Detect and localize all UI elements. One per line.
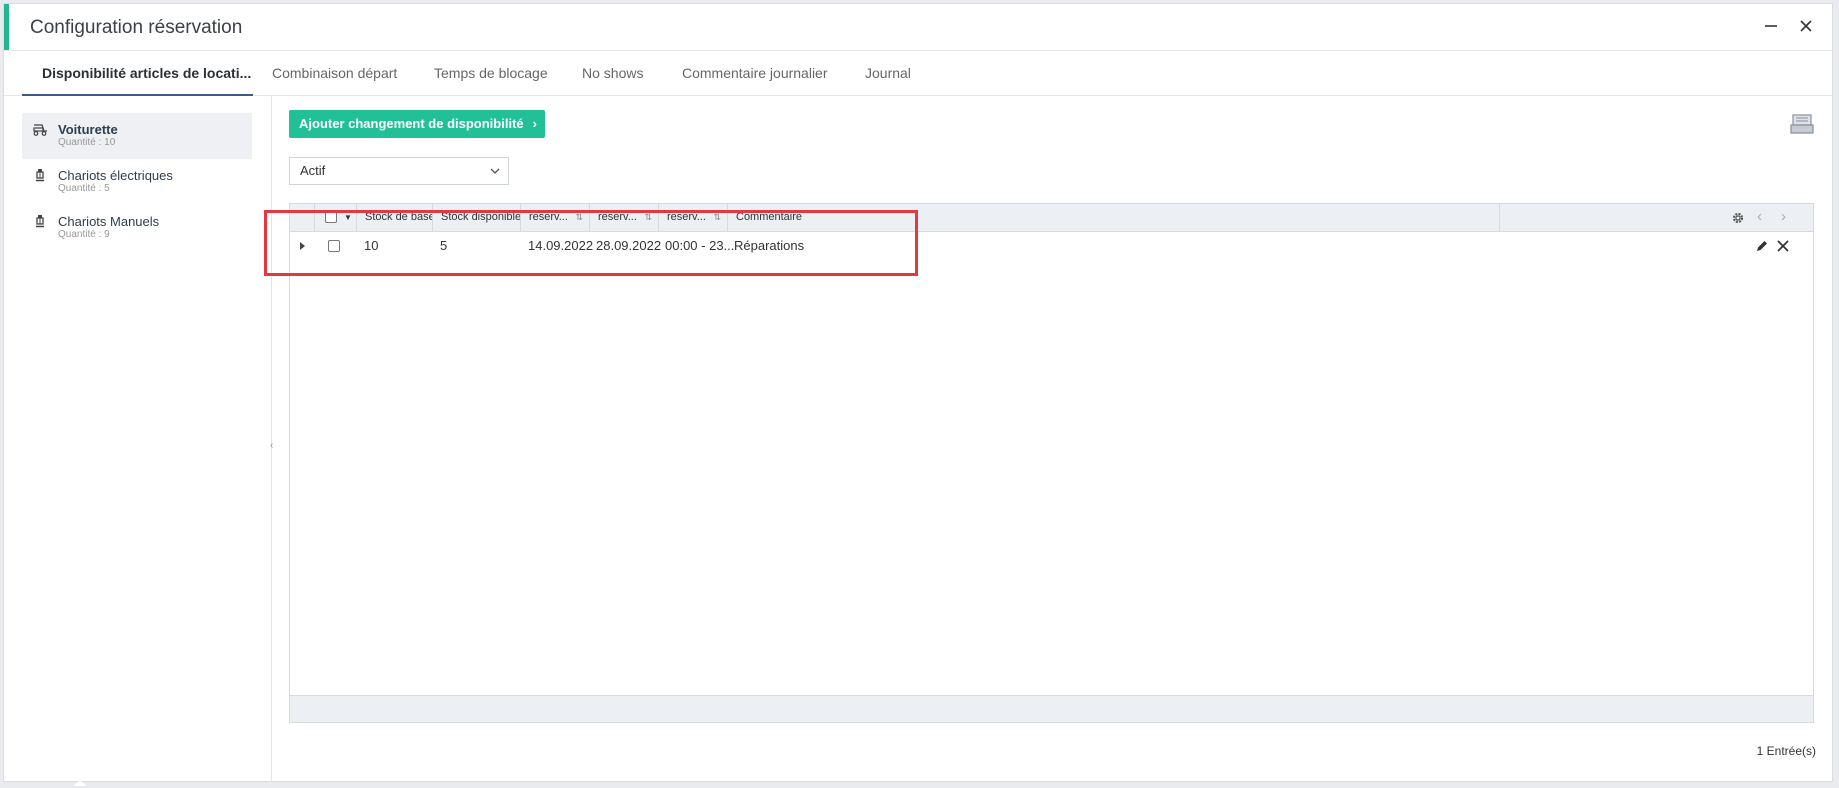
gear-icon[interactable] <box>1731 211 1745 225</box>
cell-stock-disponible: 5 <box>440 238 448 253</box>
grid-footer <box>290 695 1813 722</box>
status-filter-select[interactable]: Actif <box>289 157 509 185</box>
cell-commentaire: Réparations <box>734 238 805 253</box>
grid-header: ▼ Stock de base Stock disponible reserv.… <box>290 204 1813 232</box>
minimize-icon <box>1765 25 1777 27</box>
select-dropdown-icon[interactable]: ▼ <box>344 204 352 231</box>
select-all-checkbox[interactable] <box>325 211 337 223</box>
close-icon <box>1800 20 1812 32</box>
trolley-icon <box>36 215 44 228</box>
sidebar-collapse-handle[interactable]: ‹ <box>270 440 273 451</box>
sidebar-item-voiturette[interactable]: Voiturette Quantité : 10 <box>22 113 252 159</box>
sort-icon: ⇅ <box>575 212 583 222</box>
status-filter-value: Actif <box>300 163 326 178</box>
chevron-down-icon <box>490 168 500 174</box>
col-commentaire[interactable]: Commentaire <box>727 204 1499 231</box>
sidebar-item-quantity: Quantité : 5 <box>58 183 110 194</box>
cell-reservation-time: 00:00 - 23... <box>665 238 735 253</box>
sidebar-item-quantity: Quantité : 9 <box>58 229 110 240</box>
sidebar-item-name: Chariots électriques <box>58 168 173 183</box>
bottom-pointer <box>74 780 86 786</box>
tab-no-shows[interactable]: No shows <box>582 51 643 96</box>
col-label: reserv... <box>598 211 637 223</box>
col-reservation-time[interactable]: reserv... ⇅ <box>658 204 727 231</box>
tab-disponibilite[interactable]: Disponibilité articles de locati... <box>22 51 253 96</box>
golf-cart-icon <box>33 124 47 136</box>
inbox-tray-icon[interactable] <box>1790 113 1814 135</box>
availability-grid: ▼ Stock de base Stock disponible reserv.… <box>289 203 1814 723</box>
col-stock-disponible[interactable]: Stock disponible <box>432 204 520 231</box>
tab-combinaison-depart[interactable]: Combinaison départ <box>272 51 397 96</box>
minimize-button[interactable] <box>1759 14 1783 38</box>
add-availability-change-label: Ajouter changement de disponibilité <box>299 116 524 131</box>
table-row[interactable]: 10 5 14.09.2022 28.09.2022 00:00 - 23...… <box>290 232 1813 260</box>
chevron-right-icon: › <box>532 116 537 131</box>
tab-bar: Disponibilité articles de locati... Comb… <box>4 50 1832 96</box>
sort-icon: ⇅ <box>713 212 721 222</box>
cell-stock-de-base: 10 <box>364 238 379 253</box>
trolley-icon <box>36 169 44 182</box>
col-stock-de-base[interactable]: Stock de base <box>356 204 432 231</box>
close-button[interactable] <box>1794 14 1818 38</box>
tab-commentaire-journalier[interactable]: Commentaire journalier <box>682 51 828 96</box>
col-reservation-end[interactable]: reserv... ⇅ <box>589 204 658 231</box>
tab-temps-de-blocage[interactable]: Temps de blocage <box>434 51 548 96</box>
dialog-title: Configuration réservation <box>30 17 243 38</box>
edit-pencil-icon[interactable] <box>1755 239 1769 253</box>
cell-reservation-start: 14.09.2022 <box>528 238 594 253</box>
sidebar-item-chariots-electriques[interactable]: Chariots électriques Quantité : 5 <box>22 159 252 205</box>
delete-x-icon[interactable] <box>1776 239 1790 253</box>
scroll-left-icon[interactable]: ‹ <box>1757 208 1762 225</box>
tab-journal[interactable]: Journal <box>865 51 911 96</box>
cell-reservation-end: 28.09.2022 <box>596 238 662 253</box>
article-sidebar: Voiturette Quantité : 10 Chariots électr… <box>4 96 272 782</box>
scroll-right-icon[interactable]: › <box>1781 208 1786 225</box>
entries-count: 1 Entrée(s) <box>1756 744 1816 758</box>
sidebar-item-name: Voiturette <box>58 122 118 137</box>
sidebar-item-chariots-manuels[interactable]: Chariots Manuels Quantité : 9 <box>22 205 252 251</box>
header-filler <box>1499 204 1813 231</box>
sidebar-item-name: Chariots Manuels <box>58 214 160 229</box>
add-availability-change-button[interactable]: Ajouter changement de disponibilité › <box>289 110 545 138</box>
sidebar-item-quantity: Quantité : 10 <box>58 137 116 148</box>
sort-icon: ⇅ <box>644 212 652 222</box>
row-checkbox[interactable] <box>328 240 340 252</box>
col-label: reserv... <box>529 211 568 223</box>
col-reservation-start[interactable]: reserv... ⇅ <box>520 204 589 231</box>
accent-bar <box>4 4 9 50</box>
select-all-cell: ▼ <box>314 204 356 231</box>
col-label: reserv... <box>667 211 706 223</box>
expand-row-icon[interactable] <box>300 242 305 250</box>
